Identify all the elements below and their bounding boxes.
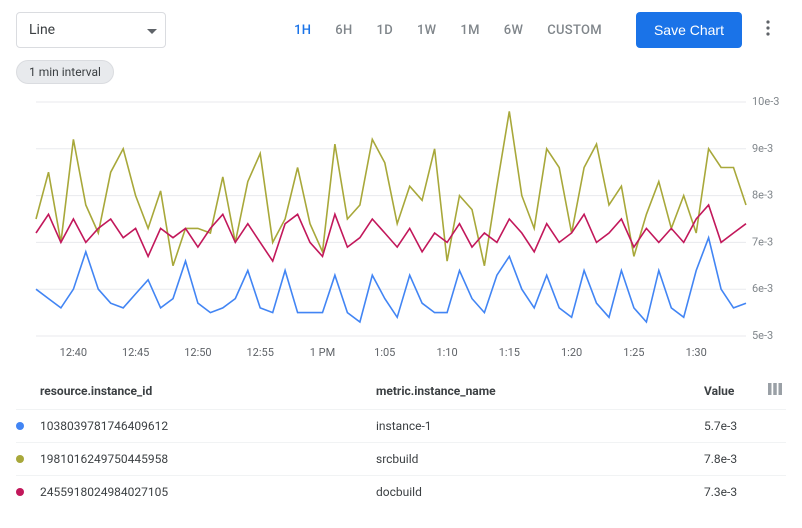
x-tick-label: 12:45 bbox=[122, 346, 149, 359]
x-tick-label: 1:10 bbox=[436, 346, 457, 359]
x-tick-label: 1:30 bbox=[686, 346, 707, 359]
time-range-1w[interactable]: 1W bbox=[405, 17, 448, 44]
table-row[interactable]: 1038039781746409612 instance-15.7e-3 bbox=[16, 409, 786, 442]
th-instance-id[interactable]: resource.instance_id bbox=[16, 384, 376, 398]
time-range-6h[interactable]: 6H bbox=[323, 17, 364, 44]
x-tick-label: 12:55 bbox=[247, 346, 274, 359]
series-color-dot bbox=[16, 455, 24, 463]
table-header-row: resource.instance_id metric.instance_nam… bbox=[16, 372, 786, 409]
chip-row: 1 min interval bbox=[0, 60, 802, 94]
save-chart-button[interactable]: Save Chart bbox=[636, 12, 742, 48]
columns-icon bbox=[768, 382, 782, 399]
series-color-dot bbox=[16, 488, 24, 496]
x-tick-label: 1:25 bbox=[623, 346, 644, 359]
x-tick-label: 1:15 bbox=[499, 346, 520, 359]
y-tick-label: 9e-3 bbox=[752, 142, 773, 155]
column-chooser-button[interactable] bbox=[764, 382, 786, 399]
more-options-button[interactable] bbox=[750, 12, 786, 48]
dropdown-icon bbox=[147, 22, 157, 38]
cell-instance-id: 1981016249750445958 bbox=[40, 452, 168, 466]
x-tick-label: 12:40 bbox=[60, 346, 87, 359]
series-line-instance-1 bbox=[36, 238, 746, 322]
time-range-1m[interactable]: 1M bbox=[448, 17, 491, 44]
cell-instance-id: 1038039781746409612 bbox=[40, 419, 168, 433]
cell-instance-name: srcbuild bbox=[376, 452, 704, 466]
time-range-1h[interactable]: 1H bbox=[282, 17, 323, 44]
cell-value: 7.3e-3 bbox=[704, 485, 786, 499]
series-color-dot bbox=[16, 422, 24, 430]
th-instance-name[interactable]: metric.instance_name bbox=[376, 384, 704, 398]
x-tick-label: 1 PM bbox=[310, 346, 335, 359]
more-vert-icon bbox=[766, 20, 770, 40]
x-tick-label: 1:20 bbox=[561, 346, 582, 359]
time-range-custom[interactable]: CUSTOM bbox=[535, 17, 614, 44]
y-tick-label: 10e-3 bbox=[752, 95, 779, 108]
cell-value: 5.7e-3 bbox=[704, 419, 786, 433]
x-tick-label: 12:50 bbox=[184, 346, 211, 359]
interval-chip[interactable]: 1 min interval bbox=[16, 60, 114, 84]
chart-type-select[interactable]: Line bbox=[16, 12, 166, 48]
cell-instance-id: 2455918024984027105 bbox=[40, 485, 168, 499]
line-chart[interactable]: 5e-3 6e-3 7e-3 8e-3 9e-3 10e-3 12:40 12:45 12:50… bbox=[16, 94, 786, 364]
time-range-1d[interactable]: 1D bbox=[365, 17, 405, 44]
time-range-tabs: 1H6H1D1W1M6WCUSTOM bbox=[282, 17, 614, 44]
y-tick-label: 7e-3 bbox=[752, 235, 773, 248]
legend-table: resource.instance_id metric.instance_nam… bbox=[0, 364, 802, 508]
table-row[interactable]: 2455918024984027105 docbuild7.3e-3 bbox=[16, 475, 786, 508]
time-range-6w[interactable]: 6W bbox=[492, 17, 535, 44]
chart-type-label: Line bbox=[29, 22, 55, 38]
y-tick-label: 5e-3 bbox=[752, 329, 773, 342]
table-row[interactable]: 1981016249750445958 srcbuild7.8e-3 bbox=[16, 442, 786, 475]
cell-instance-name: instance-1 bbox=[376, 419, 704, 433]
y-tick-label: 8e-3 bbox=[752, 189, 773, 202]
toolbar: Line 1H6H1D1W1M6WCUSTOM Save Chart bbox=[0, 12, 802, 60]
th-value[interactable]: Value bbox=[704, 384, 764, 398]
cell-instance-name: docbuild bbox=[376, 485, 704, 499]
x-tick-label: 1:05 bbox=[374, 346, 395, 359]
y-tick-label: 6e-3 bbox=[752, 282, 773, 295]
cell-value: 7.8e-3 bbox=[704, 452, 786, 466]
